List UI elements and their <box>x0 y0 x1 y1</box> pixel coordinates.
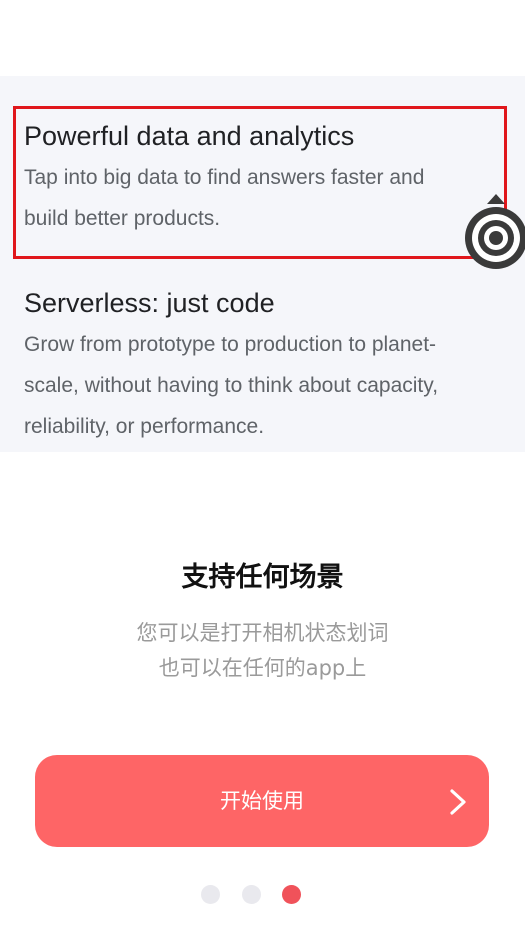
feature-serverless-line-1: Grow from prototype to production to pla… <box>24 333 437 356</box>
chevron-right-icon <box>450 789 466 815</box>
pagination-dots <box>0 885 525 905</box>
onboarding-screen: Powerful data and analytics Tap into big… <box>0 0 525 935</box>
feature-serverless-line-3: reliability, or performance. <box>24 415 265 438</box>
slide-subtitle: 您可以是打开相机状态划词 也可以在任何的app上 <box>0 616 525 686</box>
start-using-label: 开始使用 <box>220 789 304 813</box>
feature-serverless-description: Grow from prototype to production to pla… <box>24 324 494 447</box>
slide-subtitle-line-2: 也可以在任何的app上 <box>158 656 367 680</box>
slide-title: 支持任何场景 <box>181 562 344 593</box>
feature-serverless: Serverless: just code Grow from prototyp… <box>24 286 494 447</box>
selection-highlight-box <box>13 106 507 259</box>
feature-preview-image: Powerful data and analytics Tap into big… <box>0 76 525 452</box>
start-using-button[interactable]: 开始使用 <box>35 755 489 847</box>
page-dot-1[interactable] <box>201 885 220 904</box>
feature-serverless-line-2: scale, without having to think about cap… <box>24 374 439 397</box>
page-dot-3-active[interactable] <box>282 885 301 904</box>
feature-serverless-title: Serverless: just code <box>24 288 275 318</box>
target-icon <box>465 194 525 269</box>
slide-subtitle-line-1: 您可以是打开相机状态划词 <box>136 621 389 645</box>
page-dot-2[interactable] <box>242 885 261 904</box>
